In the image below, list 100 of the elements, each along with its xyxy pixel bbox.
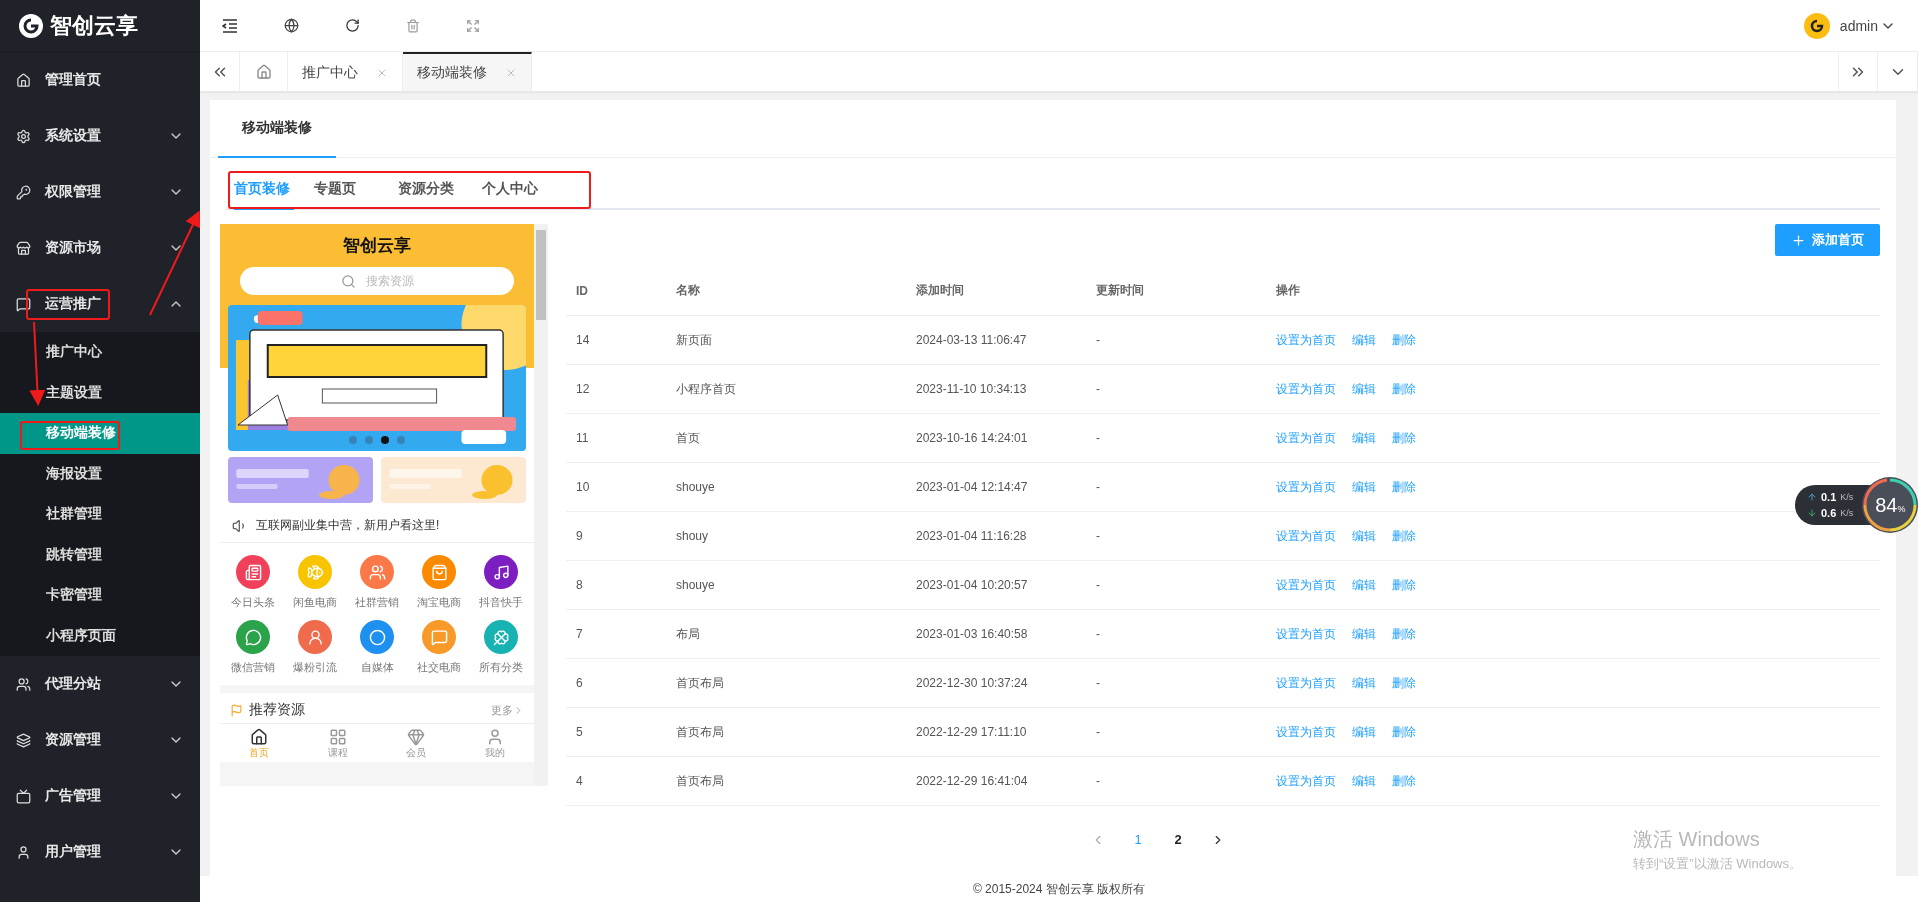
action-link[interactable]: 编辑 xyxy=(1352,576,1376,594)
sidebar-subitem[interactable]: 推广中心 xyxy=(0,332,200,373)
carousel-dot[interactable] xyxy=(349,436,357,444)
carousel-dot[interactable] xyxy=(365,436,373,444)
action-link[interactable]: 设置为首页 xyxy=(1276,723,1336,741)
page-tab[interactable]: 移动端装修 xyxy=(403,52,532,91)
sidebar-item[interactable]: 代理分站 xyxy=(0,656,200,712)
action-link[interactable]: 编辑 xyxy=(1352,723,1376,741)
tab[interactable]: 个人中心 xyxy=(482,170,546,210)
category-icon[interactable] xyxy=(484,555,518,589)
menu-fold-icon[interactable] xyxy=(222,18,238,33)
sidebar-item[interactable]: 广告管理 xyxy=(0,768,200,824)
sidebar-item[interactable]: 系统设置 xyxy=(0,108,200,164)
action-link[interactable]: 设置为首页 xyxy=(1276,478,1336,496)
user-name[interactable]: admin xyxy=(1839,17,1878,34)
action-link[interactable]: 编辑 xyxy=(1352,625,1376,643)
sidebar-item[interactable]: 运营推广 xyxy=(0,276,200,332)
action-link[interactable]: 设置为首页 xyxy=(1276,674,1336,692)
action-link[interactable]: 设置为首页 xyxy=(1276,772,1336,790)
speed-unit: K/s xyxy=(1840,508,1854,518)
sidebar-item[interactable]: 资源管理 xyxy=(0,712,200,768)
sidebar-subitem[interactable]: 海报设置 xyxy=(0,453,200,494)
nav-icon xyxy=(328,728,347,746)
carousel-dot[interactable] xyxy=(381,436,389,444)
action-link[interactable]: 设置为首页 xyxy=(1276,527,1336,545)
menu-icon xyxy=(16,72,31,88)
action-link[interactable]: 设置为首页 xyxy=(1276,576,1336,594)
sidebar-subitem[interactable]: 移动端装修 xyxy=(0,413,200,454)
card-title: 移动端装修 xyxy=(218,100,336,158)
category-icon[interactable] xyxy=(236,555,270,589)
category-label: 爆粉引流 xyxy=(293,660,337,675)
sidebar-item[interactable]: 资源市场 xyxy=(0,220,200,276)
page-number[interactable]: 1 xyxy=(1128,832,1148,847)
tab[interactable]: 资源分类 xyxy=(398,170,462,210)
sidebar-subitem[interactable]: 卡密管理 xyxy=(0,575,200,616)
action-link[interactable]: 设置为首页 xyxy=(1276,625,1336,643)
action-link[interactable]: 删除 xyxy=(1392,331,1416,349)
page-number[interactable]: 2 xyxy=(1168,832,1188,847)
avatar[interactable] xyxy=(1803,12,1830,39)
action-link[interactable]: 删除 xyxy=(1392,625,1416,643)
usage-percent: 84 xyxy=(1875,493,1898,517)
more-link[interactable]: 更多 xyxy=(491,702,524,718)
table-cell-text: 2023-01-03 16:40:58 xyxy=(916,627,1029,641)
action-link[interactable]: 设置为首页 xyxy=(1276,331,1336,349)
sidebar-item[interactable]: 管理首页 xyxy=(0,52,200,108)
table-cell-text: shouye xyxy=(676,578,716,592)
action-link[interactable]: 设置为首页 xyxy=(1276,380,1336,398)
scroll-right-button[interactable] xyxy=(1838,52,1878,91)
category-label: 淘宝电商 xyxy=(417,595,461,610)
trash-icon[interactable] xyxy=(406,18,420,33)
action-link[interactable]: 删除 xyxy=(1392,772,1416,790)
category-icon[interactable] xyxy=(236,620,270,654)
action-link[interactable]: 编辑 xyxy=(1352,429,1376,447)
action-link[interactable]: 编辑 xyxy=(1352,331,1376,349)
nav-item[interactable]: 课程 xyxy=(298,728,377,760)
add-button[interactable]: 添加首页 xyxy=(1775,224,1880,256)
nav-item[interactable]: 首页 xyxy=(220,728,299,760)
table-cell-text: - xyxy=(1096,627,1101,641)
sidebar-item[interactable]: 权限管理 xyxy=(0,164,200,220)
column-header: 添加时间 xyxy=(916,282,965,299)
table-cell-text: 2023-11-10 10:34:13 xyxy=(916,382,1028,396)
action-link[interactable]: 删除 xyxy=(1392,723,1416,741)
category-icon[interactable] xyxy=(360,620,394,654)
action-link[interactable]: 编辑 xyxy=(1352,674,1376,692)
action-link[interactable]: 删除 xyxy=(1392,429,1416,447)
action-link[interactable]: 编辑 xyxy=(1352,527,1376,545)
home-icon[interactable] xyxy=(255,63,272,80)
sidebar-subitem[interactable]: 跳转管理 xyxy=(0,534,200,575)
sidebar-subitem[interactable]: 小程序页面 xyxy=(0,615,200,656)
action-link[interactable]: 编辑 xyxy=(1352,772,1376,790)
carousel-dot[interactable] xyxy=(397,436,405,444)
action-link[interactable]: 设置为首页 xyxy=(1276,429,1336,447)
action-link[interactable]: 删除 xyxy=(1392,478,1416,496)
nav-item[interactable]: 我的 xyxy=(455,728,534,760)
sidebar-subitem[interactable]: 主题设置 xyxy=(0,372,200,413)
table-cell-text: - xyxy=(1096,774,1101,788)
action-link[interactable]: 编辑 xyxy=(1352,478,1376,496)
action-link[interactable]: 删除 xyxy=(1392,576,1416,594)
category-label: 今日头条 xyxy=(231,595,275,610)
action-link[interactable]: 删除 xyxy=(1392,674,1416,692)
sidebar-item[interactable]: 用户管理 xyxy=(0,824,200,880)
action-link[interactable]: 编辑 xyxy=(1352,380,1376,398)
action-link[interactable]: 删除 xyxy=(1392,527,1416,545)
refresh-icon[interactable] xyxy=(345,18,360,33)
table-cell-text: 小程序首页 xyxy=(676,380,737,398)
search-field[interactable]: 搜索资源 xyxy=(239,267,515,295)
plus-icon xyxy=(1791,232,1806,248)
scrollbar[interactable] xyxy=(534,224,548,786)
fullscreen-icon[interactable] xyxy=(466,18,480,33)
sidebar-subitem[interactable]: 社群管理 xyxy=(0,494,200,535)
globe-icon[interactable] xyxy=(284,18,299,33)
page-tab[interactable]: 推广中心 xyxy=(288,52,403,91)
category-icon[interactable] xyxy=(298,620,332,654)
tab[interactable]: 专题页 xyxy=(314,170,378,210)
table-cell-text: - xyxy=(1096,431,1101,445)
action-link[interactable]: 删除 xyxy=(1392,380,1416,398)
nav-item[interactable]: 会员 xyxy=(377,728,456,760)
table-cell-text: 14 xyxy=(576,333,591,347)
table-cell-text: - xyxy=(1096,480,1101,494)
tab[interactable]: 首页装修 xyxy=(234,170,294,210)
